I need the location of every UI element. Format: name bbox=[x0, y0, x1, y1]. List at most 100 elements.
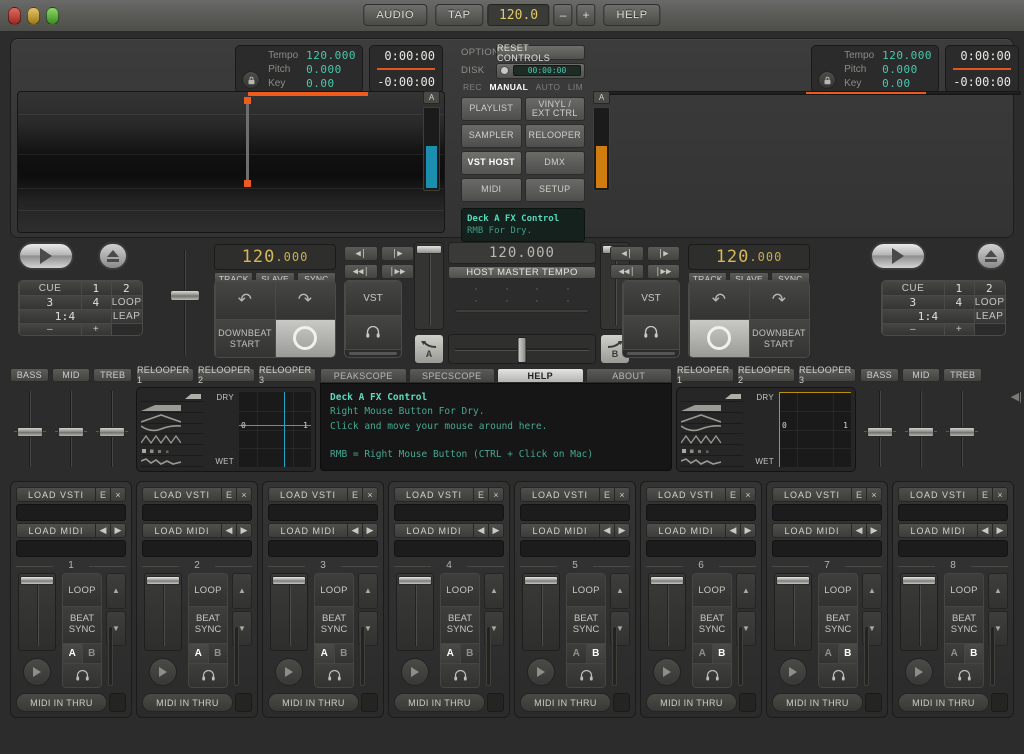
channel-output-a[interactable]: A bbox=[945, 644, 965, 663]
midi-thru-indicator[interactable] bbox=[361, 693, 378, 712]
deck-a-eject-button[interactable] bbox=[98, 242, 128, 270]
channel-up-arrow-icon[interactable]: ▲ bbox=[358, 573, 378, 609]
deck-a-record-loop-button[interactable] bbox=[274, 318, 335, 357]
channel-beat-sync-button[interactable]: BEAT SYNC bbox=[693, 607, 731, 644]
key-lock-icon[interactable] bbox=[818, 71, 837, 89]
load-vsti-button[interactable]: LOAD VSTI bbox=[16, 487, 96, 502]
deck-b-loop-button[interactable]: LOOP bbox=[973, 294, 1005, 310]
channel-output-a[interactable]: A bbox=[63, 644, 83, 663]
vsti-name-field[interactable] bbox=[898, 504, 1008, 521]
channel-volume-fader[interactable] bbox=[396, 573, 434, 651]
minimize-window-button[interactable] bbox=[27, 7, 40, 25]
shape-sine-icon[interactable] bbox=[681, 424, 743, 435]
deck-b-leap-minus[interactable]: – bbox=[882, 322, 945, 335]
channel-output-b[interactable]: B bbox=[964, 644, 983, 663]
channel-headphone-button[interactable] bbox=[819, 663, 857, 687]
disk-recorder[interactable]: 00:00:00 bbox=[496, 62, 585, 79]
vsti-name-field[interactable] bbox=[142, 504, 252, 521]
load-vsti-button[interactable]: LOAD VSTI bbox=[520, 487, 600, 502]
deck-a-loop-length[interactable]: 1:4 bbox=[19, 308, 112, 324]
deck-a-leap-button[interactable]: LEAP bbox=[110, 308, 142, 324]
relooper-right-tab-1[interactable]: RELOOPER 1 bbox=[676, 365, 734, 385]
deck-a-pitch-value[interactable]: 0.000 bbox=[306, 63, 356, 76]
midi-next-button[interactable]: ▶ bbox=[111, 523, 126, 538]
vsti-edit-button[interactable]: E bbox=[852, 487, 867, 502]
channel-beat-sync-button[interactable]: BEAT SYNC bbox=[189, 607, 227, 644]
deck-a-fastforward-button[interactable]: |▶▶ bbox=[380, 264, 414, 279]
reset-controls-button[interactable]: RESET CONTROLS bbox=[496, 43, 585, 63]
channel-volume-fader[interactable] bbox=[522, 573, 560, 651]
channel-loop-button[interactable]: LOOP bbox=[819, 574, 857, 607]
channel-loop-button[interactable]: LOOP bbox=[63, 574, 101, 607]
eq-left-mid-slider[interactable] bbox=[54, 389, 87, 469]
midi-next-button[interactable]: ▶ bbox=[237, 523, 252, 538]
deck-b-start-button[interactable]: START bbox=[764, 339, 794, 349]
load-midi-button[interactable]: LOAD MIDI bbox=[772, 523, 852, 538]
deck-a-bpm-display[interactable]: 120.000 bbox=[214, 244, 336, 270]
mode-manual[interactable]: MANUAL bbox=[489, 82, 528, 92]
crossfader[interactable] bbox=[448, 334, 596, 364]
shape-pulse-down-icon[interactable] bbox=[681, 392, 743, 402]
channel-loop-button[interactable]: LOOP bbox=[189, 574, 227, 607]
deck-b-cue-button[interactable]: CUE bbox=[882, 281, 945, 296]
vsti-edit-button[interactable]: E bbox=[222, 487, 237, 502]
deck-b-pitch-value[interactable]: 0.000 bbox=[882, 63, 932, 76]
mode-lim[interactable]: LIM bbox=[568, 82, 583, 92]
help-button[interactable]: HELP bbox=[603, 4, 661, 26]
midi-next-button[interactable]: ▶ bbox=[993, 523, 1008, 538]
deck-a-volume-fader[interactable] bbox=[414, 242, 444, 330]
shape-ramp-up-icon[interactable] bbox=[681, 403, 743, 413]
shape-random-icon[interactable] bbox=[141, 457, 203, 467]
deck-b-vst-button[interactable]: VST bbox=[623, 281, 679, 316]
load-midi-button[interactable]: LOAD MIDI bbox=[142, 523, 222, 538]
channel-output-b[interactable]: B bbox=[334, 644, 353, 663]
deck-b-nudge-fwd-button[interactable]: |▶ bbox=[646, 246, 680, 261]
cue-a-button[interactable]: A bbox=[414, 334, 444, 364]
deck-a-nudge-back-button[interactable]: ◀| bbox=[344, 246, 378, 261]
tab-help[interactable]: HELP bbox=[497, 368, 584, 383]
channel-preview-button[interactable] bbox=[23, 658, 51, 686]
eq-right-treb-slider[interactable] bbox=[945, 389, 978, 469]
eq-left-treb-slider[interactable] bbox=[95, 389, 128, 469]
vsti-close-button[interactable]: × bbox=[615, 487, 630, 502]
channel-up-arrow-icon[interactable]: ▲ bbox=[736, 573, 756, 609]
channel-up-arrow-icon[interactable]: ▲ bbox=[862, 573, 882, 609]
midi-in-thru-button[interactable]: MIDI IN THRU bbox=[646, 693, 737, 712]
midi-name-field[interactable] bbox=[394, 540, 504, 557]
deck-b-tempo-value[interactable]: 120.000 bbox=[882, 49, 932, 62]
vsti-name-field[interactable] bbox=[520, 504, 630, 521]
vsti-edit-button[interactable]: E bbox=[96, 487, 111, 502]
relooper-left-xy-pad[interactable]: 0 1 bbox=[239, 392, 311, 467]
channel-output-a[interactable]: A bbox=[693, 644, 713, 663]
deck-a-cue-1[interactable]: 1 bbox=[80, 281, 112, 296]
deck-b-record-loop-button[interactable] bbox=[689, 318, 750, 357]
load-midi-button[interactable]: LOAD MIDI bbox=[268, 523, 348, 538]
midi-thru-indicator[interactable] bbox=[487, 693, 504, 712]
channel-beat-sync-button[interactable]: BEAT SYNC bbox=[441, 607, 479, 644]
channel-loop-button[interactable]: LOOP bbox=[567, 574, 605, 607]
relooper-left-tab-3[interactable]: RELOOPER 3 bbox=[258, 365, 316, 385]
close-window-button[interactable] bbox=[8, 7, 21, 25]
shape-saw-wave-icon[interactable] bbox=[141, 435, 203, 446]
midi-in-thru-button[interactable]: MIDI IN THRU bbox=[520, 693, 611, 712]
shape-triangle-icon[interactable] bbox=[681, 413, 743, 424]
vsti-name-field[interactable] bbox=[16, 504, 126, 521]
shape-steps-icon[interactable] bbox=[141, 446, 203, 457]
channel-output-b[interactable]: B bbox=[82, 644, 101, 663]
eq-right-mid-tab[interactable]: MID bbox=[901, 368, 941, 382]
tab-specscope[interactable]: SPECSCOPE bbox=[408, 368, 495, 383]
channel-output-b[interactable]: B bbox=[712, 644, 731, 663]
deck-b-cue-1[interactable]: 1 bbox=[943, 281, 975, 296]
channel-output-b[interactable]: B bbox=[838, 644, 857, 663]
channel-preview-button[interactable] bbox=[653, 658, 681, 686]
record-indicator-icon[interactable] bbox=[500, 66, 509, 75]
load-vsti-button[interactable]: LOAD VSTI bbox=[394, 487, 474, 502]
channel-loop-button[interactable]: LOOP bbox=[441, 574, 479, 607]
vsti-close-button[interactable]: × bbox=[489, 487, 504, 502]
channel-preview-button[interactable] bbox=[275, 658, 303, 686]
deck-a-pitch-fader[interactable] bbox=[168, 250, 202, 356]
deck-a-key-value[interactable]: 0.00 bbox=[306, 77, 356, 90]
deck-a-start-button[interactable]: START bbox=[230, 339, 260, 349]
channel-up-arrow-icon[interactable]: ▲ bbox=[106, 573, 126, 609]
shape-ramp-up-icon[interactable] bbox=[141, 403, 203, 413]
